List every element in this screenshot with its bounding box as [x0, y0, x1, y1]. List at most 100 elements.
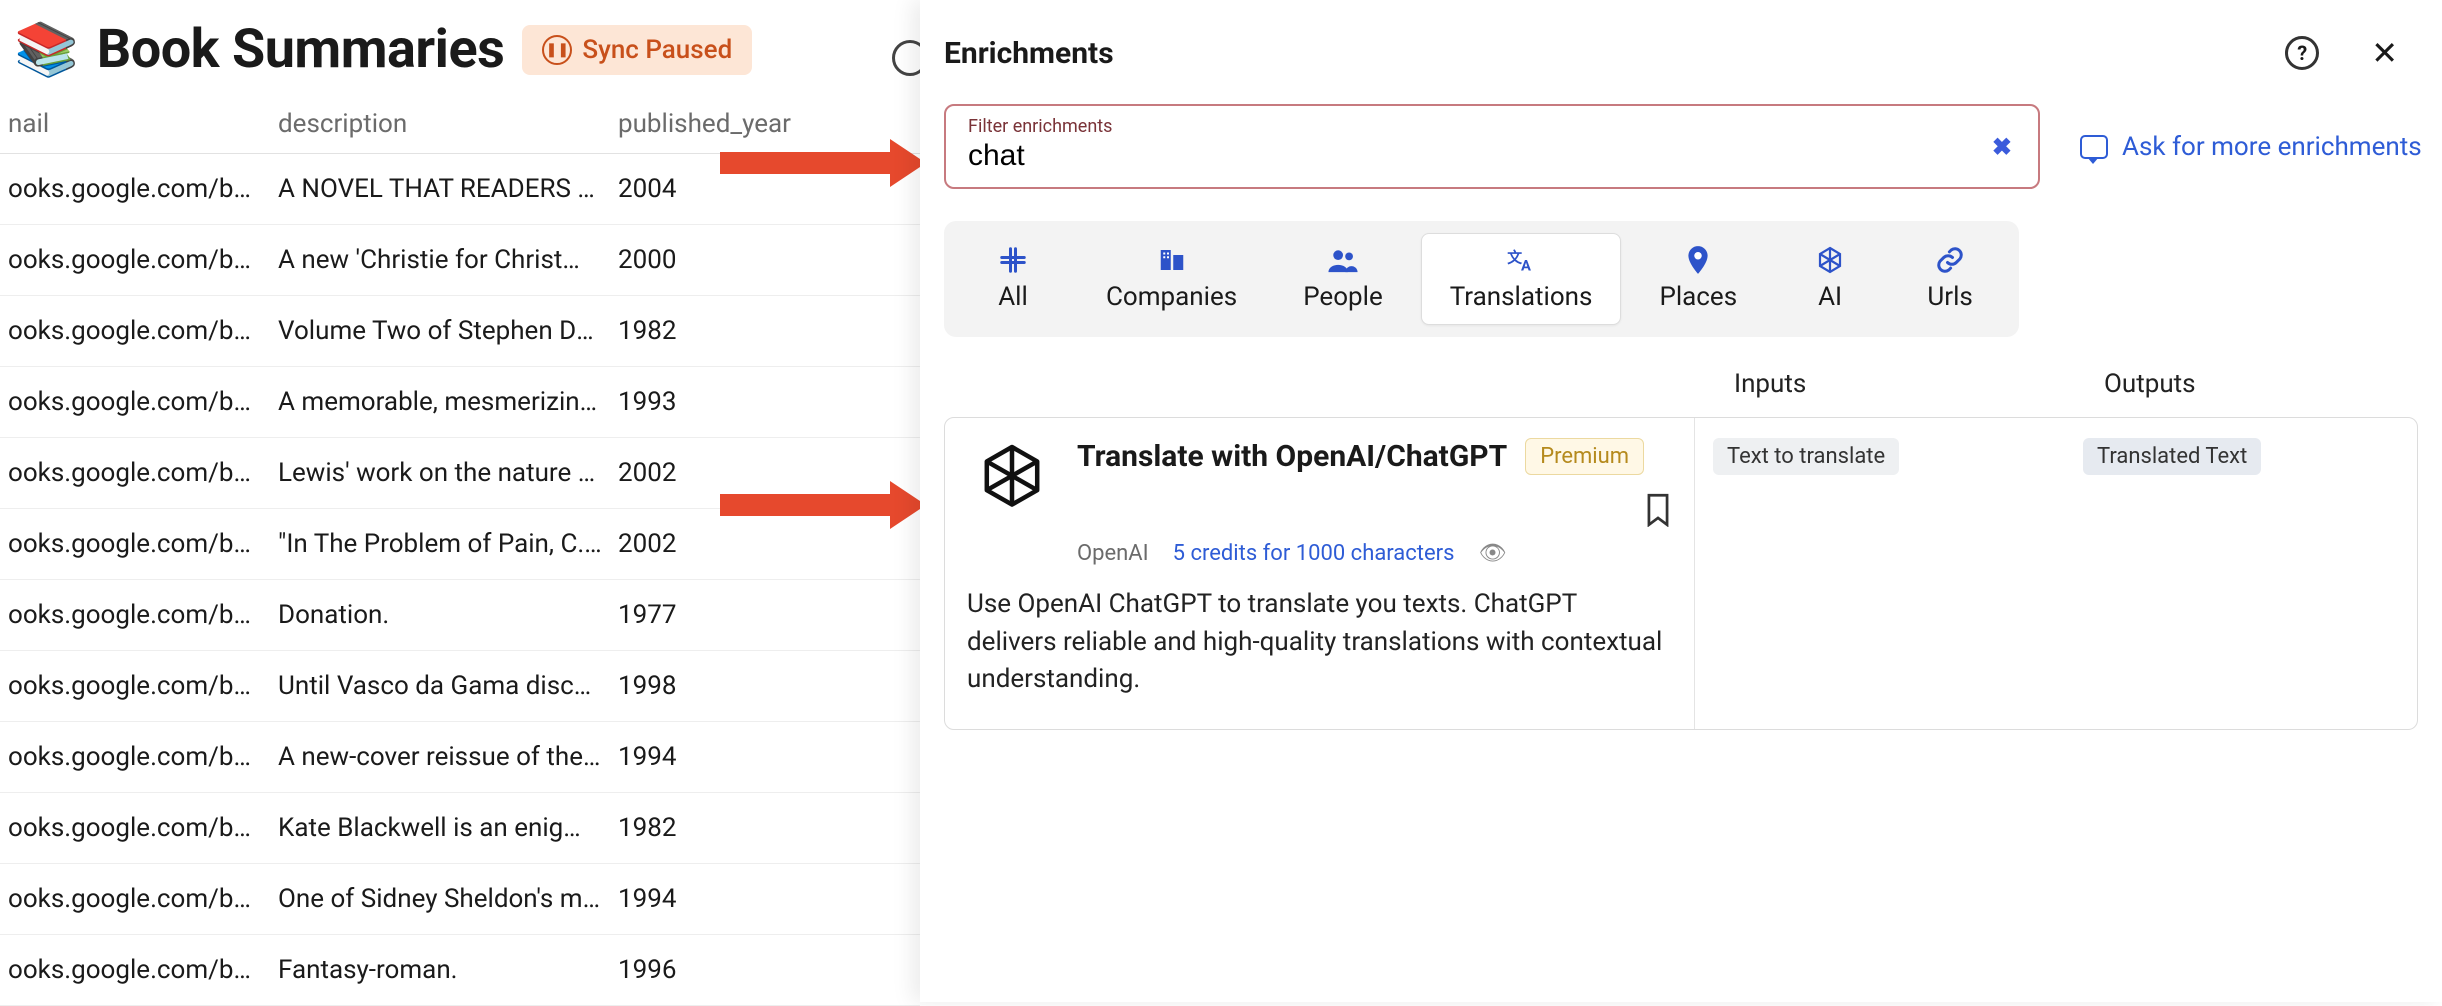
result-credits[interactable]: 5 credits for 1000 characters [1173, 541, 1455, 566]
cell-year: 1977 [610, 600, 810, 630]
tab-label: All [998, 282, 1028, 312]
help-icon[interactable]: ? [2285, 36, 2319, 70]
table-row[interactable]: ooks.google.com/b…One of Sidney Sheldon'… [0, 864, 920, 935]
result-description: Use OpenAI ChatGPT to translate you text… [967, 586, 1672, 699]
tab-translations[interactable]: 文A Translations [1421, 233, 1622, 325]
cell-description: Until Vasco da Gama discov… [270, 671, 610, 701]
cell-description: Volume Two of Stephen Do… [270, 316, 610, 346]
cell-url: ooks.google.com/b… [0, 316, 270, 346]
cell-url: ooks.google.com/b… [0, 529, 270, 559]
tab-people[interactable]: People [1275, 233, 1411, 325]
cell-url: ooks.google.com/b… [0, 742, 270, 772]
io-header: Inputs Outputs [920, 337, 2442, 417]
table-row[interactable]: ooks.google.com/b…Kate Blackwell is an e… [0, 793, 920, 864]
table-row[interactable]: ooks.google.com/b…A new 'Christie for Ch… [0, 225, 920, 296]
clear-filter-icon[interactable]: ✖ [1992, 133, 2012, 161]
filter-enrichments-field[interactable]: Filter enrichments ✖ [944, 104, 2040, 189]
credits-info-icon: 👁 [1478, 541, 1506, 566]
chat-icon [2080, 135, 2108, 159]
svg-text:A: A [1521, 256, 1531, 274]
result-outputs-cell: Translated Text [2065, 418, 2417, 729]
pause-icon: ❚❚ [542, 35, 572, 65]
enrichment-result-card[interactable]: Translate with OpenAI/ChatGPT Premium Op… [944, 417, 2418, 730]
cell-description: One of Sidney Sheldon's mo… [270, 884, 610, 914]
tab-label: AI [1818, 282, 1842, 312]
cell-description: Fantasy-roman. [270, 955, 610, 985]
tab-urls[interactable]: Urls [1895, 233, 2005, 325]
cell-year: 1996 [610, 955, 810, 985]
cell-description: Lewis' work on the nature of… [270, 458, 610, 488]
cell-description: A NOVEL THAT READERS a… [270, 174, 610, 204]
cell-url: ooks.google.com/b… [0, 600, 270, 630]
cell-url: ooks.google.com/b… [0, 671, 270, 701]
tab-places[interactable]: Places [1631, 233, 1765, 325]
cell-description: Kate Blackwell is an enigma… [270, 813, 610, 843]
places-icon [1685, 244, 1711, 276]
cell-description: A new 'Christie for Christma… [270, 245, 610, 275]
sync-paused-badge[interactable]: ❚❚ Sync Paused [522, 25, 752, 75]
filter-label: Filter enrichments [968, 116, 2016, 137]
close-icon[interactable]: ✕ [2371, 34, 2398, 72]
enrichments-panel: Enrichments ? ✕ Filter enrichments ✖ Ask… [920, 0, 2442, 1002]
openai-icon [967, 438, 1057, 528]
cell-url: ooks.google.com/b… [0, 955, 270, 985]
tab-ai[interactable]: AI [1775, 233, 1885, 325]
ask-more-enrichments-link[interactable]: Ask for more enrichments [2080, 104, 2422, 162]
cell-url: ooks.google.com/b… [0, 458, 270, 488]
result-title: Translate with OpenAI/ChatGPT [1077, 439, 1507, 474]
tab-label: Companies [1106, 282, 1237, 312]
table-row[interactable]: ooks.google.com/b…A new-cover reissue of… [0, 722, 920, 793]
tab-all[interactable]: All [958, 233, 1068, 325]
table-row[interactable]: ooks.google.com/b…Until Vasco da Gama di… [0, 651, 920, 722]
cell-year: 1994 [610, 742, 810, 772]
annotation-arrow-1 [720, 148, 926, 178]
tab-companies[interactable]: Companies [1078, 233, 1265, 325]
urls-icon [1935, 244, 1965, 276]
sync-label: Sync Paused [582, 35, 732, 65]
inputs-header: Inputs [1694, 369, 2064, 399]
cell-year: 2002 [610, 529, 810, 559]
tab-label: Places [1659, 282, 1737, 312]
title-row: 📚 Book Summaries ❚❚ Sync Paused [0, 0, 920, 109]
cell-url: ooks.google.com/b… [0, 387, 270, 417]
filter-input[interactable] [968, 139, 1932, 173]
col-header-description[interactable]: description [270, 109, 610, 139]
cell-year: 1993 [610, 387, 810, 417]
books-icon: 📚 [14, 24, 79, 76]
col-header-year[interactable]: published_year [610, 109, 810, 139]
page-title: Book Summaries [97, 18, 505, 81]
tab-label: Urls [1927, 282, 1972, 312]
col-header-url[interactable]: nail [0, 109, 270, 139]
cell-year: 1998 [610, 671, 810, 701]
cell-year: 2004 [610, 174, 810, 204]
table-row[interactable]: ooks.google.com/b…Donation.1977 [0, 580, 920, 651]
table-row[interactable]: ooks.google.com/b…Volume Two of Stephen … [0, 296, 920, 367]
all-icon [998, 244, 1028, 276]
result-inputs-cell: Text to translate [1695, 418, 2065, 729]
input-chip: Text to translate [1713, 438, 1899, 475]
cell-year: 2000 [610, 245, 810, 275]
translations-icon: 文A [1505, 244, 1537, 276]
ai-icon [1814, 244, 1846, 276]
cell-url: ooks.google.com/b… [0, 884, 270, 914]
category-tabs: All Companies People 文A Translations Places AI… [944, 221, 2019, 337]
cell-url: ooks.google.com/b… [0, 245, 270, 275]
table-row[interactable]: ooks.google.com/b…Fantasy-roman.1996 [0, 935, 920, 1006]
cell-year: 2002 [610, 458, 810, 488]
bookmark-icon[interactable] [1644, 493, 1672, 535]
tab-label: People [1303, 282, 1383, 312]
table-row[interactable]: ooks.google.com/b…A memorable, mesmerizi… [0, 367, 920, 438]
cell-description: A new-cover reissue of the f… [270, 742, 610, 772]
annotation-arrow-2 [720, 490, 926, 520]
ask-more-label: Ask for more enrichments [2122, 132, 2422, 162]
panel-title: Enrichments [944, 36, 1114, 71]
cell-url: ooks.google.com/b… [0, 813, 270, 843]
companies-icon [1157, 244, 1187, 276]
cell-url: ooks.google.com/b… [0, 174, 270, 204]
tab-label: Translations [1450, 282, 1593, 312]
cell-year: 1982 [610, 316, 810, 346]
cell-description: Donation. [270, 600, 610, 630]
people-icon [1326, 244, 1360, 276]
cell-year: 1994 [610, 884, 810, 914]
result-vendor: OpenAI [1077, 541, 1149, 566]
